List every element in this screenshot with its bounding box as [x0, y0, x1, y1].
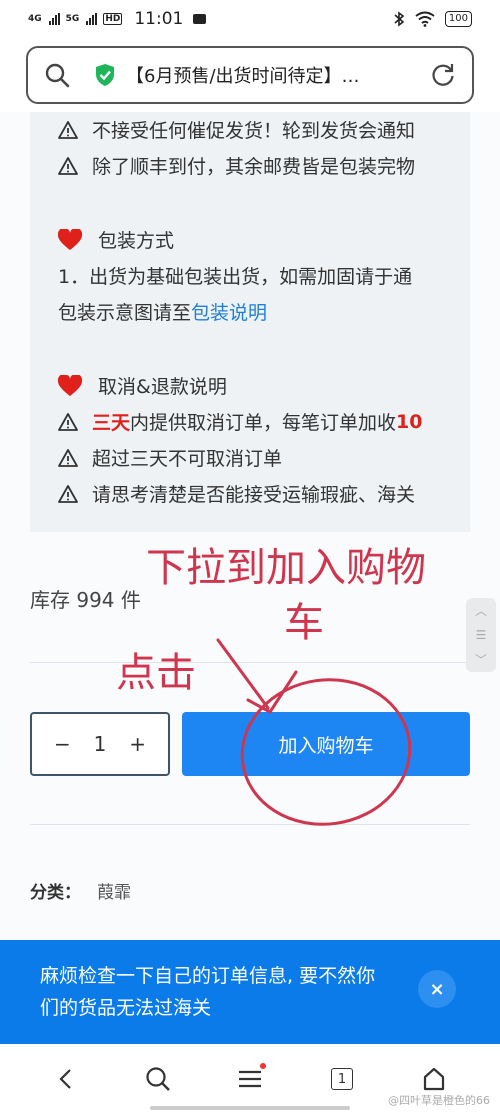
tabs-button[interactable]: 1 [322, 1059, 362, 1099]
tab-count: 1 [331, 1068, 353, 1090]
battery-icon: 100 [444, 11, 472, 27]
decrement-button[interactable]: − [54, 732, 71, 756]
warning-icon [58, 120, 78, 139]
scroll-menu-icon[interactable]: ☰ [476, 628, 487, 642]
product-info-box: 不接受任何催促发货！轮到发货会通知 除了顺丰到付，其余邮费皆是包装完物 包装方式… [30, 112, 470, 532]
divider [30, 662, 470, 663]
search-icon[interactable] [44, 62, 70, 88]
category-label: 分类： [30, 883, 81, 903]
signal-bars-icon [48, 13, 60, 25]
scroll-control[interactable]: ︿ ☰ ﹀ [466, 598, 496, 672]
warning-icon [58, 412, 78, 431]
video-icon [193, 14, 207, 24]
stock-count: 库存 994 件 [30, 588, 141, 612]
warning-icon [58, 448, 78, 467]
signal-5g-icon: 5G [65, 13, 80, 24]
notice-text: 麻烦检查一下自己的订单信息, 要不然你 [40, 965, 376, 987]
warning-icon [58, 484, 78, 503]
notification-dot-icon [260, 1063, 266, 1069]
signal-bars-icon [86, 13, 98, 25]
watermark: @四叶草是橙色的66 [388, 1094, 490, 1107]
category-row: 分类： 葭霏 [30, 878, 131, 903]
heart-icon [58, 374, 82, 396]
add-to-cart-button[interactable]: 加入购物车 [182, 712, 470, 776]
category-value[interactable]: 葭霏 [97, 883, 131, 903]
scroll-down-icon[interactable]: ﹀ [475, 651, 487, 668]
page-title[interactable]: 【6月预售/出货时间待定】… [126, 62, 420, 88]
bluetooth-icon [394, 11, 405, 27]
cancel-line: 三天 内提供取消订单，每笔订单加收 10 [58, 408, 422, 435]
notice-close-button[interactable]: × [418, 970, 456, 1008]
divider [30, 824, 470, 825]
back-icon [59, 1069, 71, 1089]
hd-icon: HD [103, 13, 123, 25]
cancel-line: 超过三天不可取消订单 [58, 444, 282, 471]
wifi-icon [415, 11, 435, 27]
notice-text: 们的货品无法过海关 [40, 997, 212, 1019]
heart-icon [58, 228, 82, 250]
menu-icon [239, 1070, 261, 1088]
home-icon [423, 1067, 445, 1091]
packaging-heading: 包装方式 [58, 226, 174, 253]
clock: 11:01 [134, 9, 184, 29]
cancel-line: 请思考清楚是否能接受运输瑕疵、海关 [58, 480, 415, 507]
quantity-value[interactable]: 1 [94, 732, 107, 756]
signal-4g-icon: 4G [28, 13, 42, 24]
info-line: 除了顺丰到付，其余邮费皆是包装完物 [58, 152, 415, 179]
quantity-stepper[interactable]: − 1 + [30, 712, 170, 776]
menu-button[interactable] [230, 1059, 270, 1099]
scroll-up-icon[interactable]: ︿ [475, 602, 487, 619]
annotation-pull-down-text: 下拉到加入购物 [146, 545, 426, 591]
secure-shield-icon [96, 64, 114, 86]
home-indicator [150, 1106, 350, 1110]
reload-icon[interactable] [430, 62, 456, 88]
packaging-info-link[interactable]: 包装说明 [191, 298, 267, 325]
search-button[interactable] [138, 1059, 178, 1099]
annotation-click-text: 点击 [116, 650, 196, 696]
increment-button[interactable]: + [129, 732, 146, 756]
packaging-line: 1．出货为基础包装出货，如需加固请于通 [58, 266, 413, 288]
search-icon [146, 1067, 170, 1091]
back-button[interactable] [46, 1059, 86, 1099]
info-line: 不接受任何催促发货！轮到发货会通知 [58, 116, 415, 143]
annotation-pull-down-text-cont: 车 [284, 600, 324, 646]
address-bar[interactable]: 【6月预售/出货时间待定】… [26, 46, 474, 104]
warning-icon [58, 156, 78, 175]
cancel-heading: 取消&退款说明 [58, 372, 227, 399]
packaging-line: 包装示意图请至 包装说明 [58, 298, 267, 325]
status-bar: 4G 5G HD 11:01 100 [0, 0, 500, 38]
